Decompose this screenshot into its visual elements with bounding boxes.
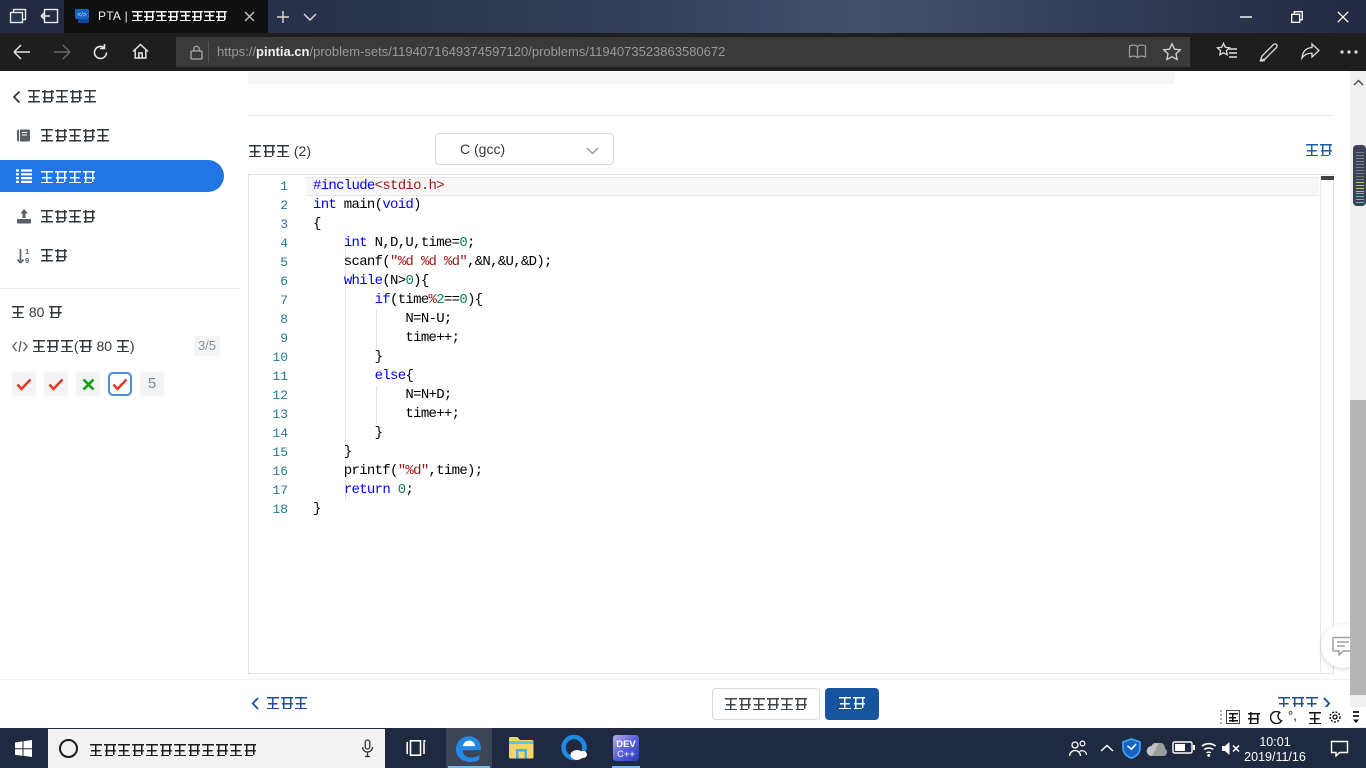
svg-text:</>: </> xyxy=(77,12,87,19)
svg-text:9: 9 xyxy=(25,256,29,264)
svg-text:C++: C++ xyxy=(617,749,635,760)
svg-text:1: 1 xyxy=(25,248,29,256)
